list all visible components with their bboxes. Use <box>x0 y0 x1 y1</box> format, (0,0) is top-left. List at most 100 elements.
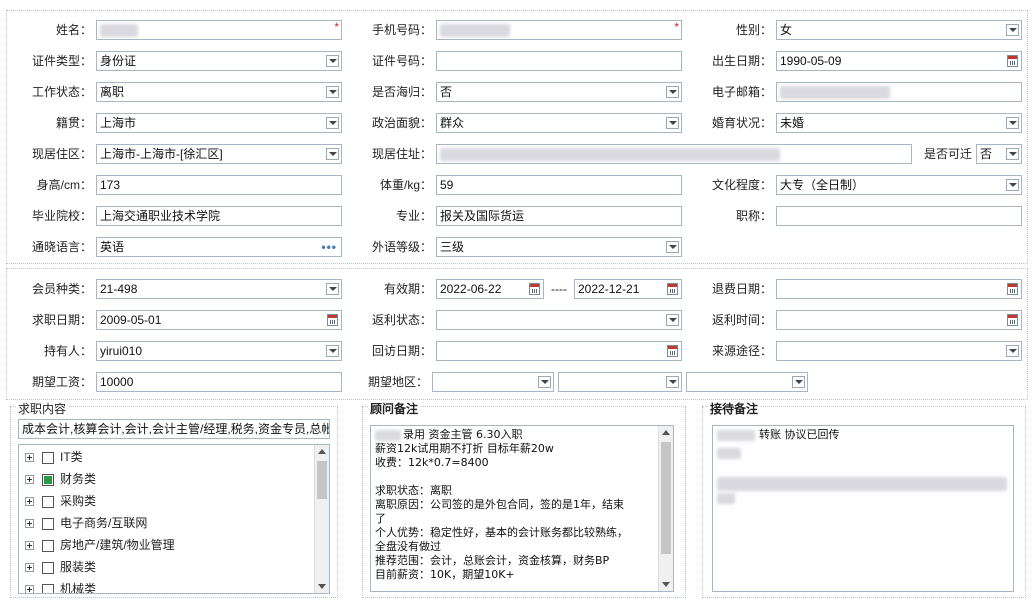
expand-icon[interactable] <box>25 519 34 529</box>
expected-salary-field[interactable]: 10000 <box>96 372 342 392</box>
chevron-down-icon[interactable] <box>326 55 339 67</box>
valid-start-field[interactable]: 2022-06-22 <box>436 279 544 299</box>
mobile-field[interactable]: * <box>436 20 682 40</box>
tree-scrollbar[interactable] <box>314 445 329 593</box>
calendar-icon[interactable] <box>1007 55 1018 67</box>
education-select[interactable]: 大专（全日制） <box>776 175 1022 195</box>
chevron-down-icon[interactable] <box>326 117 339 129</box>
valid-period-label: 有效期： <box>383 282 432 296</box>
tree-item-finance[interactable]: 财务类 <box>25 469 96 489</box>
chevron-down-icon[interactable] <box>326 345 339 357</box>
calendar-icon[interactable] <box>529 283 540 295</box>
chevron-down-icon[interactable] <box>538 376 551 388</box>
political-select[interactable]: 群众 <box>436 113 682 133</box>
tree-item-realestate[interactable]: 房地产/建筑/物业管理 <box>25 535 175 555</box>
chevron-down-icon[interactable] <box>1006 117 1019 129</box>
calendar-icon[interactable] <box>667 345 678 357</box>
chevron-down-icon[interactable] <box>666 314 679 326</box>
checkbox[interactable] <box>42 451 54 464</box>
id-type-select[interactable]: 身份证 <box>96 51 342 71</box>
chevron-down-icon[interactable] <box>666 86 679 98</box>
reception-notes-textarea[interactable]: 转账 协议已回传 <box>712 425 1014 592</box>
id-number-field[interactable] <box>436 51 682 71</box>
tree-item-ecommerce[interactable]: 电子商务/互联网 <box>25 513 147 533</box>
expand-icon[interactable] <box>25 497 34 507</box>
height-field[interactable]: 173 <box>96 175 342 195</box>
expected-area-select-3[interactable] <box>686 372 808 392</box>
relocate-select[interactable]: 否 <box>976 144 1022 164</box>
visit-date-field[interactable] <box>436 341 682 361</box>
expand-icon[interactable] <box>25 563 34 573</box>
refund-date-field[interactable] <box>776 279 1022 299</box>
checkbox[interactable] <box>42 517 54 530</box>
rebate-status-select[interactable] <box>436 310 682 330</box>
returnee-select[interactable]: 否 <box>436 82 682 102</box>
major-field[interactable]: 报关及国际货运 <box>436 206 682 226</box>
tree-item-apparel[interactable]: 服装类 <box>25 557 96 577</box>
chevron-down-icon[interactable] <box>666 117 679 129</box>
residence-address-field[interactable] <box>436 144 912 164</box>
tree-item-purchasing[interactable]: 采购类 <box>25 491 96 511</box>
chevron-down-icon[interactable] <box>326 86 339 98</box>
valid-end-field[interactable]: 2022-12-21 <box>574 279 682 299</box>
native-place-select[interactable]: 上海市 <box>96 113 342 133</box>
chevron-down-icon[interactable] <box>792 376 805 388</box>
scroll-up-icon[interactable] <box>662 430 670 435</box>
scroll-thumb[interactable] <box>317 461 327 499</box>
tree-item-machinery[interactable]: 机械类 <box>25 579 96 593</box>
chevron-down-icon[interactable] <box>666 241 679 253</box>
checkbox[interactable] <box>42 561 54 574</box>
job-content-summary[interactable]: 成本会计,核算会计,会计,会计主管/经理,税务,资金专员,总帐 <box>18 419 330 439</box>
checkbox[interactable] <box>42 473 54 486</box>
member-type-select[interactable]: 21-498 <box>96 279 342 299</box>
marital-select[interactable]: 未婚 <box>776 113 1022 133</box>
source-select[interactable] <box>776 341 1022 361</box>
chevron-down-icon[interactable] <box>1006 179 1019 191</box>
expected-area-select-1[interactable] <box>432 372 554 392</box>
school-field[interactable]: 上海交通职业技术学院 <box>96 206 342 226</box>
calendar-icon[interactable] <box>1007 314 1018 326</box>
more-icon[interactable]: ••• <box>321 241 337 253</box>
chevron-down-icon[interactable] <box>1006 24 1019 36</box>
expand-icon[interactable] <box>25 453 34 463</box>
scroll-thumb[interactable] <box>661 442 671 554</box>
expand-icon[interactable] <box>25 585 34 593</box>
title-field[interactable] <box>776 206 1022 226</box>
name-field[interactable]: * <box>96 20 342 40</box>
checkbox[interactable] <box>42 539 54 552</box>
expand-icon[interactable] <box>25 541 34 551</box>
scroll-up-icon[interactable] <box>318 449 326 454</box>
calendar-icon[interactable] <box>1007 283 1018 295</box>
chevron-down-icon[interactable] <box>1006 148 1019 160</box>
holder-select[interactable]: yirui010 <box>96 341 342 361</box>
checkbox[interactable] <box>42 495 54 508</box>
email-field[interactable] <box>776 82 1022 102</box>
school-value: 上海交通职业技术学院 <box>100 209 221 223</box>
residence-area-select[interactable]: 上海市-上海市-[徐汇区] <box>96 144 342 164</box>
advisor-notes-textarea[interactable]: 录用 资金主管 6.30入职 薪资12k试用期不打折 目标年薪20w 收费：12… <box>370 425 674 592</box>
job-search-date-field[interactable]: 2009-05-01 <box>96 310 342 330</box>
rebate-time-field[interactable] <box>776 310 1022 330</box>
expected-area-select-2[interactable] <box>558 372 682 392</box>
notes-scrollbar[interactable] <box>658 426 673 591</box>
holder-value: yirui010 <box>100 344 143 358</box>
expand-icon[interactable] <box>25 475 34 485</box>
calendar-icon[interactable] <box>327 314 338 326</box>
chevron-down-icon[interactable] <box>326 148 339 160</box>
job-category-tree[interactable]: IT类 财务类 采购类 电子商务/互联网 房地产/建筑/物业管理 服装类 机械类 <box>18 444 330 594</box>
tree-item-it[interactable]: IT类 <box>25 447 83 467</box>
birth-date-field[interactable]: 1990-05-09 <box>776 51 1022 71</box>
id-type-label: 证件类型： <box>31 54 92 68</box>
chevron-down-icon[interactable] <box>326 283 339 295</box>
scroll-down-icon[interactable] <box>662 582 670 587</box>
chevron-down-icon[interactable] <box>666 376 679 388</box>
work-status-select[interactable]: 离职 <box>96 82 342 102</box>
language-field[interactable]: 英语 ••• <box>96 237 342 257</box>
weight-field[interactable]: 59 <box>436 175 682 195</box>
gender-select[interactable]: 女 <box>776 20 1022 40</box>
scroll-down-icon[interactable] <box>318 584 326 589</box>
language-level-select[interactable]: 三级 <box>436 237 682 257</box>
checkbox[interactable] <box>42 583 54 593</box>
calendar-icon[interactable] <box>667 283 678 295</box>
chevron-down-icon[interactable] <box>1006 345 1019 357</box>
